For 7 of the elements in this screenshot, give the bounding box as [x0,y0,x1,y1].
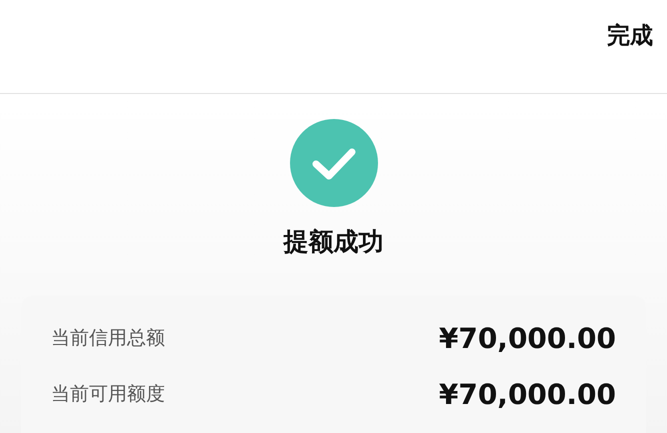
success-check-icon [290,119,378,207]
done-button[interactable]: 完成 [607,16,653,55]
row-label: 当前可用额度 [51,382,165,407]
row-value: ¥70,000.00 [438,378,616,410]
row-value: ¥70,000.00 [438,322,616,354]
row-label: 当前信用总额 [51,326,165,351]
result-title: 提额成功 [284,226,384,258]
